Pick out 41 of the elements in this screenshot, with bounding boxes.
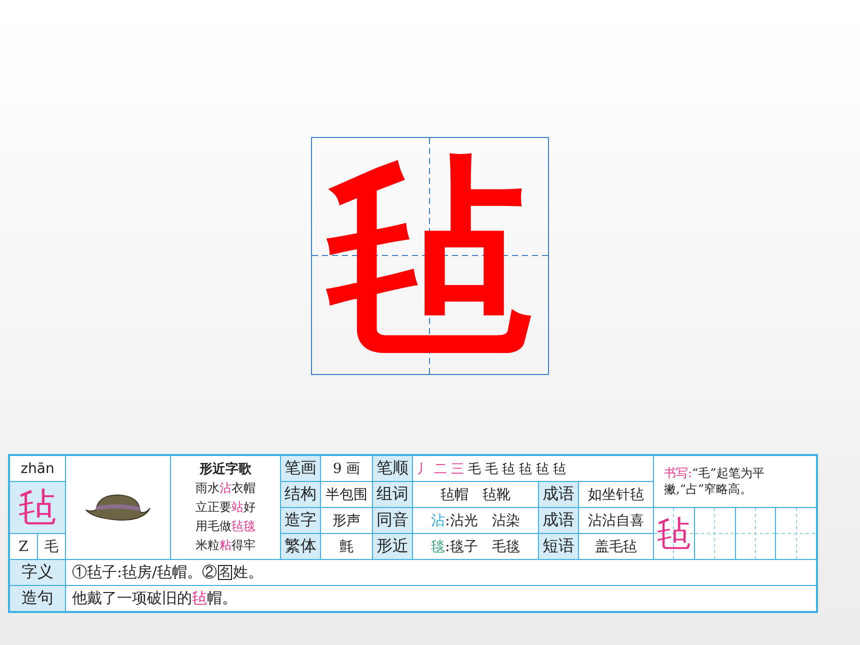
song-line: 用毛做毡毯 bbox=[196, 518, 256, 535]
example-sentence: 他戴了一项破旧的毡帽。 bbox=[66, 586, 816, 611]
field-label: 形近 bbox=[373, 534, 412, 559]
song-line: 雨水沾衣帽 bbox=[196, 480, 256, 497]
meaning-text: ①毡子:毡房/毡帽。② 名 姓。 bbox=[66, 560, 816, 585]
field-value: 盖毛毡 bbox=[579, 534, 653, 559]
song-line: 米粒粘得牢 bbox=[196, 537, 256, 554]
hat-drawing bbox=[84, 492, 152, 524]
character-example: 毡 bbox=[10, 482, 65, 533]
field-label: 字义 bbox=[10, 560, 65, 585]
practice-box bbox=[736, 508, 776, 559]
field-value: 如坐针毡 bbox=[579, 482, 653, 507]
song-title: 形近字歌 bbox=[200, 460, 252, 479]
field-label: 结构 bbox=[281, 482, 320, 507]
field-label: 造字 bbox=[281, 508, 320, 533]
field-value: 氈 bbox=[321, 534, 372, 559]
practice-box bbox=[776, 508, 816, 559]
field-label: 成语 bbox=[539, 508, 578, 533]
pinyin-text: zhān bbox=[10, 456, 65, 481]
field-label: 短语 bbox=[539, 534, 578, 559]
field-value: 形声 bbox=[321, 508, 372, 533]
field-label: 造句 bbox=[10, 586, 65, 611]
field-label: 笔画 bbox=[281, 456, 320, 481]
field-value: 毯:毯子 毛毯 bbox=[413, 534, 538, 559]
field-value: 半包围 bbox=[321, 482, 372, 507]
field-value: 9 画 bbox=[321, 456, 372, 481]
field-value: 沾:沾光 沾染 bbox=[413, 508, 538, 533]
field-label: 同音 bbox=[373, 508, 412, 533]
practice-character: 毡 bbox=[656, 516, 691, 550]
field-value: 毡帽 毡靴 bbox=[413, 482, 538, 507]
field-value: 沾沾自喜 bbox=[579, 508, 653, 533]
stroke-order-sequence: 丿 二 三 毛 毛 毡 毡 毡 毡 bbox=[413, 456, 653, 481]
field-label: 笔顺 bbox=[373, 456, 412, 481]
field-label: 成语 bbox=[539, 482, 578, 507]
field-label: 组词 bbox=[373, 482, 412, 507]
writing-tip: 书写:“毛”起笔为平撇,“占”窄略高。 bbox=[654, 456, 816, 507]
field-label: 繁体 bbox=[281, 534, 320, 559]
index-letter: Z bbox=[10, 534, 37, 559]
song-line: 立正要站好 bbox=[196, 499, 256, 516]
radical-text: 毛 bbox=[38, 534, 65, 559]
large-character: 毡 bbox=[328, 154, 532, 358]
